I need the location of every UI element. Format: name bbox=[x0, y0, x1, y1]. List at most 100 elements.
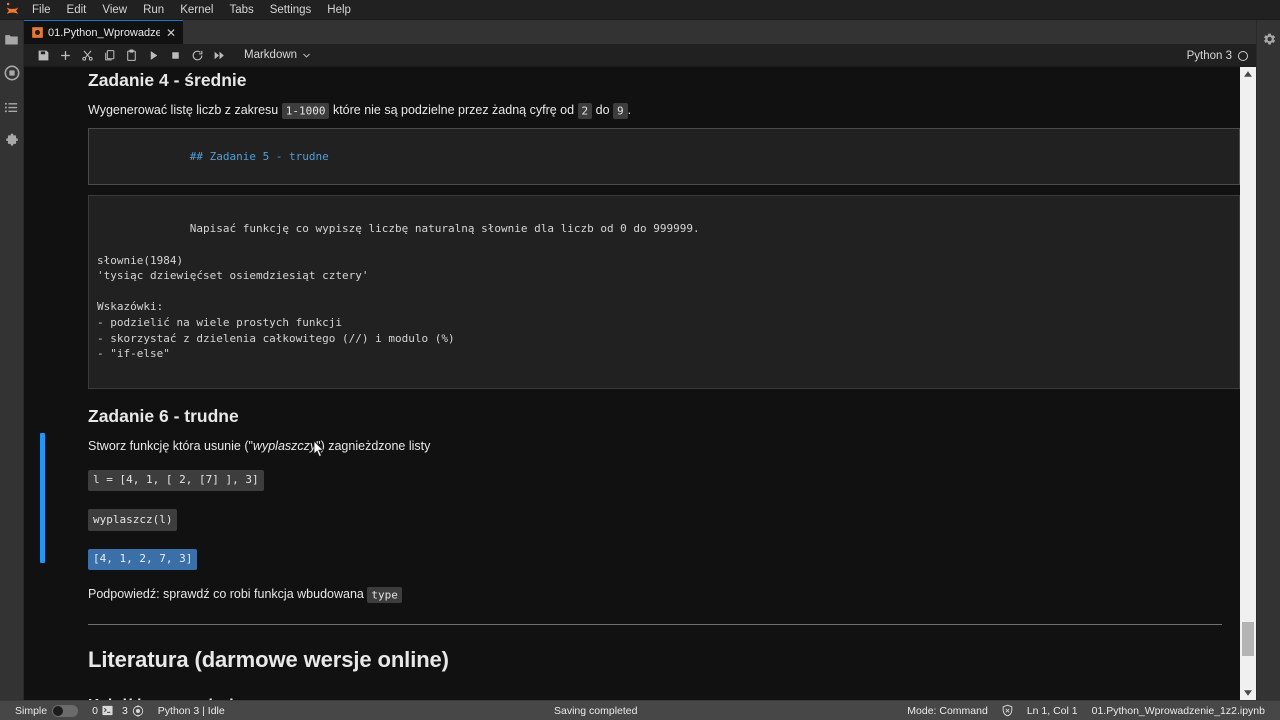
notebook-toolbar: Markdown Python 3 bbox=[24, 44, 1256, 67]
menu-item-help[interactable]: Help bbox=[319, 0, 359, 20]
inline-code-range: 1-1000 bbox=[281, 102, 330, 119]
heading-zadanie-6: Zadanie 6 - trudne bbox=[88, 405, 239, 426]
interrupt-kernel-button[interactable] bbox=[164, 45, 186, 65]
menu-bar: File Edit View Run Kernel Tabs Settings … bbox=[0, 0, 1280, 20]
restart-kernel-button[interactable] bbox=[186, 45, 208, 65]
simple-label: Simple bbox=[15, 704, 48, 717]
terminal-icon bbox=[102, 705, 113, 716]
mode-label: Mode: Command bbox=[907, 704, 988, 717]
notebook-cells-container: Zadanie 4 - średnie Wygenerować listę li… bbox=[24, 67, 1240, 700]
kernel-status-indicator[interactable]: Python 3 bbox=[1187, 44, 1248, 67]
paragraph-zadanie-4: Wygenerować listę liczb z zakresu 1-1000… bbox=[88, 101, 1222, 120]
menu-item-settings[interactable]: Settings bbox=[262, 0, 320, 20]
scroll-down-arrow-icon[interactable] bbox=[1240, 686, 1256, 700]
markdown-rendered-output: Zadanie 6 - trudne Stworz funkcję która … bbox=[88, 403, 1240, 604]
scroll-up-arrow-icon[interactable] bbox=[1240, 67, 1256, 81]
copy-cells-button[interactable] bbox=[98, 45, 120, 65]
paste-cells-button[interactable] bbox=[120, 45, 142, 65]
notebook-cell-zadanie-6[interactable]: Zadanie 6 - trudne Stworz funkcję która … bbox=[24, 403, 1240, 604]
sidebar-item-extension-manager[interactable] bbox=[2, 131, 22, 151]
text-run: Stworz funkcję która usunie (" bbox=[88, 438, 253, 453]
notebook-icon bbox=[32, 27, 43, 38]
cell-selected-indicator bbox=[40, 432, 45, 563]
notebook-mode-status[interactable]: Mode: Command bbox=[900, 701, 995, 720]
shield-not-trusted-icon bbox=[1002, 704, 1013, 717]
tab-notebook-01-python-wprowadzenie[interactable]: 01.Python_Wprowadzenie_1z ✕ bbox=[24, 20, 184, 44]
markdown-rendered-output: Literatura (darmowe wersje online) Książ… bbox=[88, 623, 1240, 700]
notebook-cell-literatura[interactable]: Literatura (darmowe wersje online) Książ… bbox=[24, 623, 1240, 700]
insert-cell-button[interactable] bbox=[54, 45, 76, 65]
inline-code-from: 2 bbox=[577, 102, 593, 119]
property-inspector-gear-icon[interactable] bbox=[1259, 29, 1279, 49]
heading-literatura: Literatura (darmowe wersje online) bbox=[88, 646, 449, 672]
sidebar-item-file-browser[interactable] bbox=[2, 29, 22, 49]
cell-type-value: Markdown bbox=[244, 49, 298, 61]
kernel-name: Python 3 bbox=[1186, 49, 1232, 62]
restart-run-all-button[interactable] bbox=[208, 45, 230, 65]
kernel-state-status[interactable]: Python 3 | Idle bbox=[151, 701, 232, 720]
notebook-scroll-area[interactable]: Zadanie 4 - średnie Wygenerować listę li… bbox=[24, 67, 1256, 700]
filename-label: 01.Python_Wprowadzenie_1z2.ipynb bbox=[1091, 704, 1265, 717]
tab-label: 01.Python_Wprowadzenie_1z bbox=[48, 26, 160, 39]
menu-item-edit[interactable]: Edit bbox=[59, 0, 95, 20]
code-line-call-wyplaszcz: wyplaszcz(l) bbox=[88, 509, 178, 531]
text-run: Podpowiedź: sprawdź co robi funkcja wbud… bbox=[88, 587, 368, 602]
notebook-cell-zadanie-5-body[interactable]: Napisać funkcję co wypiszę liczbę natura… bbox=[24, 194, 1240, 389]
jupyterlab-window: File Edit View Run Kernel Tabs Settings … bbox=[0, 0, 1280, 720]
cursor-position-label: Ln 1, Col 1 bbox=[1026, 704, 1078, 717]
kernel-circle-icon bbox=[132, 704, 143, 717]
sidebar-item-commands[interactable] bbox=[2, 97, 22, 117]
inline-code-to: 9 bbox=[613, 102, 628, 119]
save-status-label: Saving completed bbox=[554, 704, 638, 717]
inline-code-type: type bbox=[367, 586, 402, 603]
text-run: do bbox=[592, 103, 614, 118]
cut-cells-button[interactable] bbox=[76, 45, 98, 65]
raw-cell-source: Napisać funkcję co wypiszę liczbę natura… bbox=[97, 222, 700, 361]
markdown-source-line: ## Zadanie 5 - trudne bbox=[189, 149, 329, 163]
text-run: Wygenerować listę liczb z zakresu bbox=[88, 103, 282, 118]
notebook-scrollbar[interactable] bbox=[1240, 67, 1256, 700]
running-terminals-status[interactable]: 0 bbox=[85, 701, 120, 720]
kernel-state-label: Python 3 | Idle bbox=[157, 704, 225, 717]
markdown-source-editor[interactable]: ## Zadanie 5 - trudne bbox=[88, 128, 1240, 185]
menu-item-kernel[interactable]: Kernel bbox=[172, 0, 221, 20]
paragraph-hint: Podpowiedź: sprawdź co robi funkcja wbud… bbox=[88, 585, 1222, 604]
notebook-tab-bar: 01.Python_Wprowadzenie_1z ✕ bbox=[24, 20, 1256, 44]
cursor-position-status[interactable]: Ln 1, Col 1 bbox=[1020, 701, 1085, 720]
save-button[interactable] bbox=[32, 45, 54, 65]
sidebar-item-running[interactable] bbox=[2, 63, 22, 83]
notebook-cell-zadanie-5-heading[interactable]: ## Zadanie 5 - trudne bbox=[24, 128, 1240, 185]
code-line-input-list: l = [4, 1, [ 2, [7] ], 3] bbox=[88, 469, 264, 492]
running-kernels-status[interactable]: 3 bbox=[120, 701, 151, 720]
left-sidebar bbox=[0, 20, 24, 700]
chevron-down-icon bbox=[303, 53, 310, 58]
code-line-result-selected: [4, 1, 2, 7, 3] bbox=[88, 548, 198, 571]
main-dock-panel: 01.Python_Wprowadzenie_1z ✕ bbox=[24, 20, 1256, 700]
toggle-switch[interactable] bbox=[52, 704, 79, 717]
emphasis-wyplaszczy: wyplaszczy bbox=[252, 438, 317, 453]
kernel-idle-circle-icon bbox=[1238, 50, 1248, 61]
cell-type-dropdown[interactable]: Markdown bbox=[240, 48, 315, 62]
scrollbar-thumb[interactable] bbox=[1242, 622, 1254, 656]
menu-item-tabs[interactable]: Tabs bbox=[221, 0, 261, 20]
terminals-count: 0 bbox=[92, 704, 98, 717]
markdown-rendered-output: Zadanie 4 - średnie Wygenerować listę li… bbox=[88, 67, 1240, 120]
save-status: Saving completed bbox=[554, 705, 637, 717]
notebook-cell-zadanie-4[interactable]: Zadanie 4 - średnie Wygenerować listę li… bbox=[24, 67, 1240, 120]
heading-zadanie-4: Zadanie 4 - średnie bbox=[88, 70, 247, 90]
right-sidebar bbox=[1256, 20, 1280, 700]
notebook-filename-status[interactable]: 01.Python_Wprowadzenie_1z2.ipynb bbox=[1085, 701, 1272, 720]
menu-item-run[interactable]: Run bbox=[135, 0, 172, 20]
raw-cell-editor[interactable]: Napisać funkcję co wypiszę liczbę natura… bbox=[88, 194, 1240, 389]
kernels-count: 3 bbox=[121, 704, 128, 717]
section-divider bbox=[88, 623, 1222, 625]
simple-interface-toggle[interactable]: Simple bbox=[8, 701, 85, 720]
status-bar: Simple 0 3 Python 3 | Idle Saving comple… bbox=[0, 700, 1280, 720]
menu-item-view[interactable]: View bbox=[94, 0, 135, 20]
notebook-trust-status[interactable] bbox=[995, 701, 1020, 720]
text-run: które nie są podzielne przez żadną cyfrę… bbox=[329, 103, 578, 118]
run-cell-button[interactable] bbox=[142, 45, 164, 65]
menu-item-file[interactable]: File bbox=[24, 0, 59, 20]
close-icon[interactable]: ✕ bbox=[165, 27, 177, 39]
jupyter-logo-icon bbox=[0, 0, 24, 20]
